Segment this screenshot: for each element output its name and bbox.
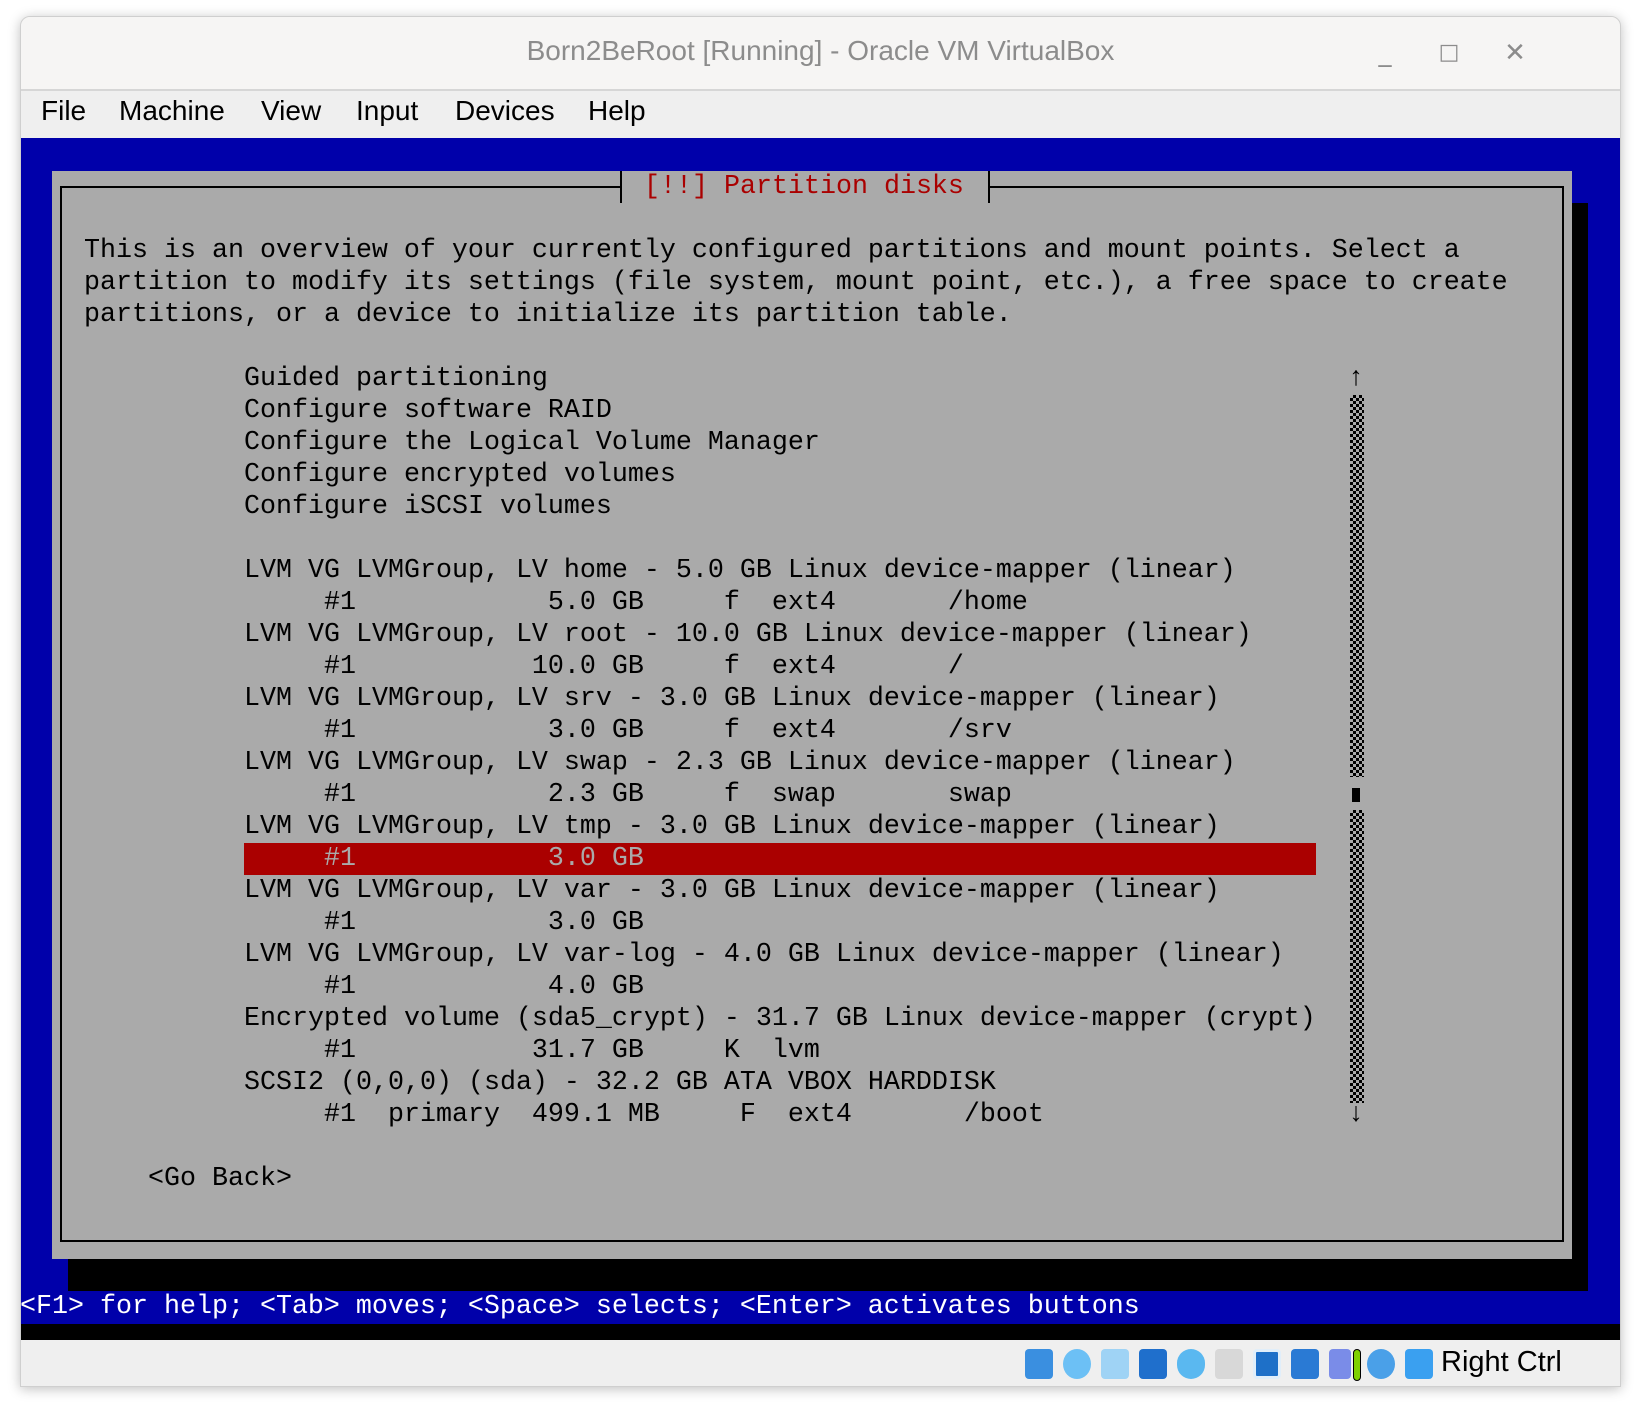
- partition-item[interactable]: SCSI2 (0,0,0) (sda) - 32.2 GB ATA VBOX H…: [244, 1067, 996, 1099]
- dialog-title: [!!] Partition disks: [644, 172, 964, 202]
- keyboard-capture-icon[interactable]: [1405, 1349, 1433, 1379]
- description-line: This is an overview of your currently co…: [84, 236, 1460, 266]
- partition-item[interactable]: LVM VG LVMGroup, LV swap - 2.3 GB Linux …: [244, 747, 1236, 779]
- cpu-activity-meter: [1353, 1349, 1361, 1381]
- partition-item[interactable]: #1 5.0 GB f ext4 /home: [244, 587, 1028, 619]
- scroll-up-arrow-icon[interactable]: ↑: [1348, 363, 1364, 395]
- hard-disk-icon[interactable]: [1025, 1349, 1053, 1379]
- partition-item[interactable]: #1 3.0 GB f ext4 /srv: [244, 715, 1012, 747]
- help-line: <F1> for help; <Tab> moves; <Space> sele…: [20, 1292, 1140, 1322]
- scrollbar-track[interactable]: [1350, 395, 1364, 777]
- partition-item[interactable]: #1 3.0 GB: [244, 907, 644, 939]
- menu-devices[interactable]: Devices: [455, 95, 555, 127]
- optical-drive-icon[interactable]: [1063, 1349, 1091, 1379]
- minimize-button[interactable]: _: [1367, 35, 1403, 71]
- partition-item[interactable]: LVM VG LVMGroup, LV var - 3.0 GB Linux d…: [244, 875, 1220, 907]
- console-bottom-strip: [21, 1324, 1620, 1340]
- option-iscsi-volumes[interactable]: Configure iSCSI volumes: [244, 491, 612, 523]
- scrollbar-thumb[interactable]: [1352, 788, 1360, 802]
- menu-file[interactable]: File: [41, 95, 86, 127]
- menu-bar: File Machine View Input Devices Help: [21, 91, 1620, 138]
- title-bar: Born2BeRoot [Running] - Oracle VM Virtua…: [21, 17, 1620, 91]
- option-encrypted-volumes[interactable]: Configure encrypted volumes: [244, 459, 676, 491]
- display-icon[interactable]: [1253, 1349, 1281, 1379]
- usb-icon[interactable]: [1177, 1349, 1205, 1379]
- scrollbar-track[interactable]: [1350, 810, 1364, 1103]
- option-lvm[interactable]: Configure the Logical Volume Manager: [244, 427, 820, 459]
- partition-item-selected[interactable]: #1 3.0 GB: [244, 843, 644, 875]
- menu-view[interactable]: View: [261, 95, 321, 127]
- partition-item[interactable]: #1 4.0 GB: [244, 971, 644, 1003]
- menu-help[interactable]: Help: [588, 95, 646, 127]
- menu-input[interactable]: Input: [356, 95, 418, 127]
- description-line: partition to modify its settings (file s…: [84, 268, 1508, 298]
- partition-item[interactable]: #1 10.0 GB f ext4 /: [244, 651, 964, 683]
- menu-machine[interactable]: Machine: [119, 95, 225, 127]
- partition-item[interactable]: Encrypted volume (sda5_crypt) - 31.7 GB …: [244, 1003, 1316, 1035]
- partition-item[interactable]: #1 primary 499.1 MB F ext4 /boot: [244, 1099, 1044, 1131]
- status-bar: Right Ctrl: [21, 1340, 1620, 1386]
- partition-item[interactable]: LVM VG LVMGroup, LV tmp - 3.0 GB Linux d…: [244, 811, 1220, 843]
- partition-item[interactable]: LVM VG LVMGroup, LV srv - 3.0 GB Linux d…: [244, 683, 1220, 715]
- partition-item[interactable]: #1 2.3 GB f swap swap: [244, 779, 1012, 811]
- host-key-label: Right Ctrl: [1441, 1346, 1562, 1378]
- scroll-down-arrow-icon[interactable]: ↓: [1348, 1099, 1364, 1131]
- go-back-button[interactable]: <Go Back>: [148, 1163, 292, 1195]
- shared-folders-icon[interactable]: [1215, 1349, 1243, 1379]
- video-capture-icon[interactable]: [1291, 1349, 1319, 1379]
- audio-icon[interactable]: [1101, 1349, 1129, 1379]
- close-button[interactable]: ✕: [1497, 35, 1533, 71]
- partition-item[interactable]: #1 31.7 GB K lvm: [244, 1035, 820, 1067]
- description-line: partitions, or a device to initialize it…: [84, 300, 1012, 330]
- partition-item[interactable]: LVM VG LVMGroup, LV var-log - 4.0 GB Lin…: [244, 939, 1284, 971]
- maximize-button[interactable]: □: [1431, 35, 1467, 71]
- option-guided-partitioning[interactable]: Guided partitioning: [244, 363, 548, 395]
- partition-item[interactable]: LVM VG LVMGroup, LV root - 10.0 GB Linux…: [244, 619, 1252, 651]
- network-icon[interactable]: [1139, 1349, 1167, 1379]
- partition-item[interactable]: LVM VG LVMGroup, LV home - 5.0 GB Linux …: [244, 555, 1236, 587]
- option-software-raid[interactable]: Configure software RAID: [244, 395, 612, 427]
- guest-additions-icon[interactable]: [1367, 1349, 1395, 1379]
- cpu-activity-icon[interactable]: [1329, 1349, 1351, 1379]
